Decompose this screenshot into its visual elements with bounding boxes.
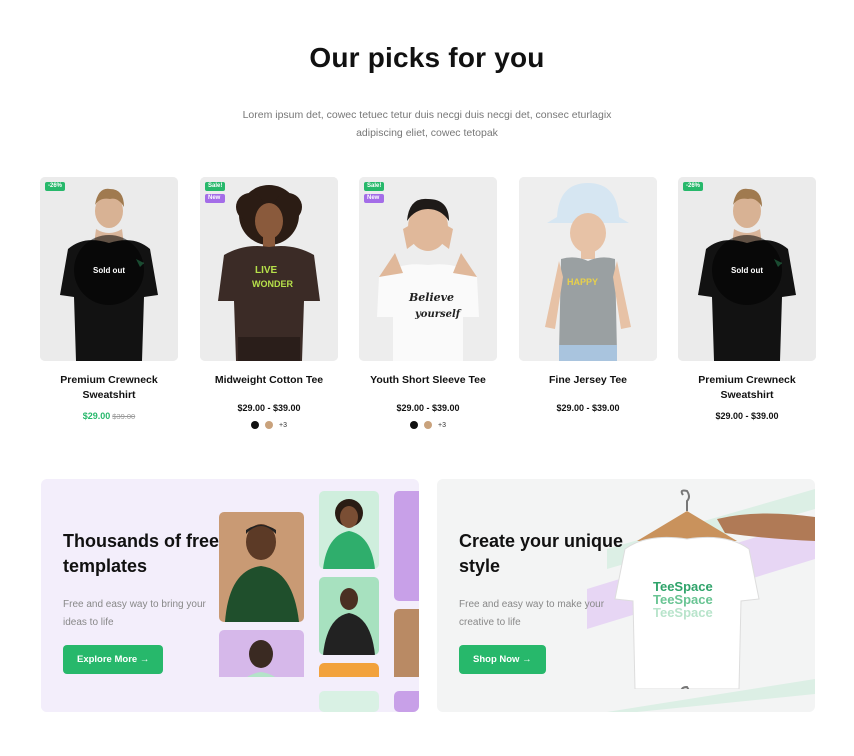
model-photo-tile xyxy=(394,491,419,601)
discount-badge: -26% xyxy=(683,182,704,191)
product-price: $29.00 $39.00 xyxy=(40,411,178,421)
product-price: $29.00 - $39.00 xyxy=(715,411,779,421)
banner-title: Create your unique style xyxy=(459,531,624,576)
product-card[interactable]: Sale! New Believe yourself Youth Short S… xyxy=(359,177,497,429)
product-card[interactable]: -26% Sold out Premium Crewneck Sweatshir… xyxy=(678,177,816,421)
product-card[interactable]: Sale! New LIVE WONDER Midweight Cotton T… xyxy=(200,177,338,429)
product-name[interactable]: Premium Crewneck Sweatshirt xyxy=(40,373,178,403)
model-photo-tile xyxy=(319,691,379,712)
sold-out-overlay: Sold out xyxy=(712,235,782,305)
product-image[interactable]: Sale! New LIVE WONDER xyxy=(200,177,338,361)
product-photo: HAPPY xyxy=(519,177,657,361)
product-image[interactable]: Sale! New Believe yourself xyxy=(359,177,497,361)
more-colors[interactable]: +3 xyxy=(279,422,287,429)
product-name[interactable]: Midweight Cotton Tee xyxy=(200,373,338,388)
product-image[interactable]: -26% Sold out xyxy=(678,177,816,361)
product-name[interactable]: Youth Short Sleeve Tee xyxy=(359,373,497,388)
color-swatches: +3 xyxy=(200,421,338,429)
svg-text:Believe: Believe xyxy=(408,291,454,304)
shop-now-button[interactable]: Shop Now → xyxy=(459,645,546,674)
discount-badge: -26% xyxy=(45,182,66,191)
sold-out-overlay: Sold out xyxy=(74,235,144,305)
sale-price: $29.00 xyxy=(82,411,111,421)
svg-text:TeeSpace: TeeSpace xyxy=(653,605,713,620)
model-photo-tile xyxy=(319,491,379,569)
svg-text:HAPPY: HAPPY xyxy=(567,277,598,287)
color-swatches: +3 xyxy=(359,421,497,429)
old-price: $39.00 xyxy=(112,412,136,421)
product-price: $29.00 - $39.00 xyxy=(556,403,620,413)
banner-text: Free and easy way to make your creative … xyxy=(459,599,605,628)
banner-text: Free and easy way to bring your ideas to… xyxy=(63,599,206,628)
swatch-tan[interactable] xyxy=(265,421,273,429)
swatch-black[interactable] xyxy=(251,421,259,429)
product-grid: -26% Sold out Premium Crewneck Sweatshir… xyxy=(40,177,816,447)
explore-more-button[interactable]: Explore More → xyxy=(63,645,164,674)
swatch-tan[interactable] xyxy=(424,421,432,429)
swatch-black[interactable] xyxy=(410,421,418,429)
product-name[interactable]: Premium Crewneck Sweatshirt xyxy=(678,373,816,403)
svg-text:yourself: yourself xyxy=(414,309,462,320)
model-photo-tile xyxy=(319,577,379,655)
section-title: Our picks for you xyxy=(309,42,545,73)
product-price: $29.00 - $39.00 xyxy=(237,403,301,413)
product-card[interactable]: -26% Sold out Premium Crewneck Sweatshir… xyxy=(40,177,178,421)
svg-text:LIVE: LIVE xyxy=(255,265,278,276)
sale-badge: Sale! xyxy=(364,182,385,191)
model-photo-tile xyxy=(394,691,419,712)
svg-text:WONDER: WONDER xyxy=(252,279,293,289)
templates-banner: Thousands of free templates Free and eas… xyxy=(41,479,419,712)
product-card[interactable]: HAPPY Fine Jersey Tee $29.00 - $39.00 xyxy=(519,177,657,413)
tshirt-hanger-image: TeeSpace TeeSpace TeeSpace xyxy=(614,489,815,689)
product-image[interactable]: -26% Sold out xyxy=(40,177,178,361)
product-photo: LIVE WONDER xyxy=(200,177,338,361)
product-price: $29.00 - $39.00 xyxy=(396,403,460,413)
product-image[interactable]: HAPPY xyxy=(519,177,657,361)
product-name[interactable]: Fine Jersey Tee xyxy=(519,373,657,388)
product-photo: Believe yourself xyxy=(359,177,497,361)
sale-badge: Sale! xyxy=(205,182,226,191)
section-subtitle: Lorem ipsum det, cowec tetuec tetur duis… xyxy=(242,109,612,139)
new-badge: New xyxy=(364,194,385,203)
style-banner: TeeSpace TeeSpace TeeSpace Create your u… xyxy=(437,479,815,712)
new-badge: New xyxy=(205,194,226,203)
banner-title: Thousands of free templates xyxy=(63,531,220,576)
more-colors[interactable]: +3 xyxy=(438,422,446,429)
